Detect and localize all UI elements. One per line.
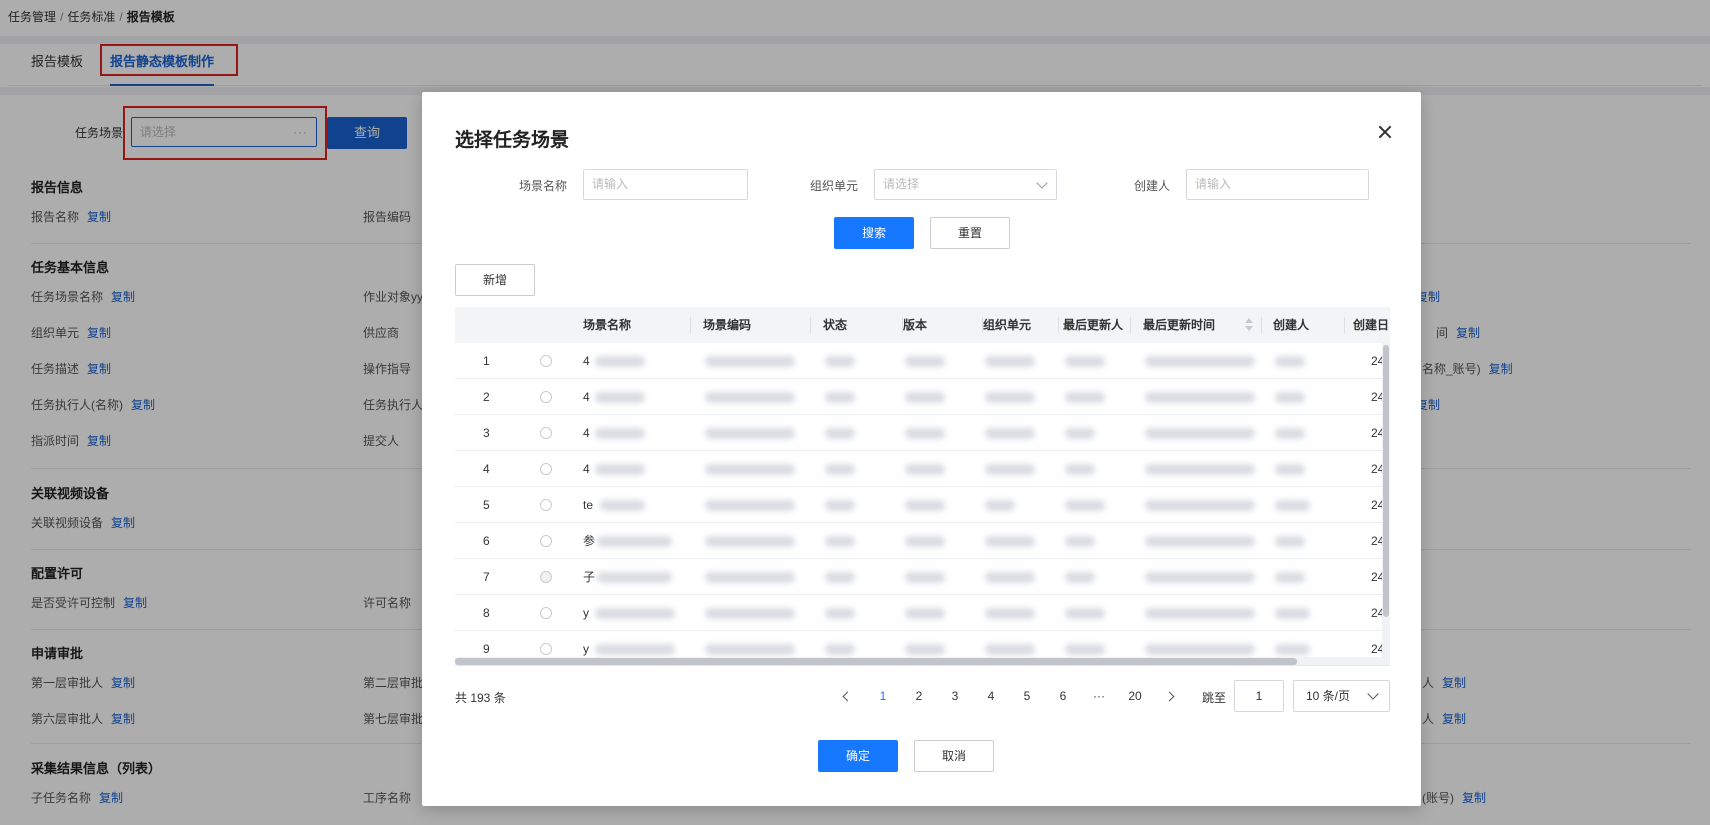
- close-icon[interactable]: [1375, 122, 1395, 142]
- scene-name-label: 场景名称: [519, 179, 568, 193]
- modal-title: 选择任务场景: [455, 130, 570, 151]
- row-radio[interactable]: [540, 607, 552, 619]
- page-item[interactable]: 6: [1053, 689, 1073, 703]
- column-header[interactable]: 最后更新时间: [1143, 307, 1215, 343]
- column-header: 创建人: [1273, 307, 1346, 343]
- sort-icon[interactable]: [1245, 318, 1253, 332]
- column-header: 场景编码: [703, 307, 812, 343]
- row-radio[interactable]: [540, 499, 552, 511]
- page-item[interactable]: 4: [981, 689, 1001, 703]
- org-unit-label: 组织单元: [810, 179, 859, 193]
- page-item[interactable]: 3: [945, 689, 965, 703]
- table-row[interactable]: 44 24-: [455, 451, 1390, 487]
- page-item[interactable]: 1: [873, 689, 893, 703]
- row-radio[interactable]: [540, 643, 552, 655]
- table-row[interactable]: 9y 24-: [455, 631, 1390, 657]
- page-ellipsis[interactable]: ···: [1089, 689, 1109, 703]
- total-count: 共 193 条: [455, 691, 506, 705]
- jump-label: 跳至: [1202, 691, 1227, 705]
- row-radio[interactable]: [540, 535, 552, 547]
- chevron-down-icon: [1036, 177, 1048, 189]
- table-row[interactable]: 5 te 24-: [455, 487, 1390, 523]
- creator-input[interactable]: 请输入: [1186, 169, 1369, 200]
- row-radio[interactable]: [540, 427, 552, 439]
- chevron-left-icon[interactable]: [842, 691, 853, 702]
- jump-input[interactable]: 1: [1234, 680, 1284, 712]
- table-header: 场景名称 场景编码 状态 版本 组织单元 最后更新人 最后更新时间 创建人 创建…: [455, 307, 1390, 343]
- scene-table: 场景名称 场景编码 状态 版本 组织单元 最后更新人 最后更新时间 创建人 创建…: [455, 307, 1390, 657]
- cancel-button[interactable]: 取消: [914, 740, 994, 772]
- confirm-button[interactable]: 确定: [818, 740, 898, 772]
- page-item[interactable]: 2: [909, 689, 929, 703]
- org-unit-select[interactable]: 请选择: [874, 169, 1057, 200]
- search-button[interactable]: 搜索: [834, 217, 914, 249]
- scene-name-input[interactable]: 请输入: [583, 169, 748, 200]
- column-header: 组织单元: [983, 307, 1060, 343]
- row-radio[interactable]: [540, 391, 552, 403]
- chevron-down-icon: [1367, 688, 1379, 700]
- column-header: 状态: [823, 307, 904, 343]
- page-item[interactable]: 5: [1017, 689, 1037, 703]
- column-header: 版本: [903, 307, 984, 343]
- column-header: 最后更新人: [1063, 307, 1132, 343]
- vertical-scrollbar[interactable]: [1382, 343, 1390, 657]
- creator-label: 创建人: [1134, 179, 1171, 193]
- page-item[interactable]: 20: [1125, 689, 1145, 703]
- chevron-right-icon[interactable]: [1164, 691, 1175, 702]
- table-row[interactable]: 6参 24-: [455, 523, 1390, 559]
- row-radio[interactable]: [540, 463, 552, 475]
- table-row[interactable]: 14 24-: [455, 343, 1390, 379]
- table-row[interactable]: 8y 24-: [455, 595, 1390, 631]
- reset-button[interactable]: 重置: [930, 217, 1010, 249]
- add-button[interactable]: 新增: [455, 264, 535, 296]
- page-size-select[interactable]: 10 条/页: [1293, 680, 1390, 712]
- column-header: 场景名称: [583, 307, 692, 343]
- column-header: 创建日: [1353, 318, 1390, 332]
- row-radio[interactable]: [540, 571, 552, 583]
- table-row[interactable]: 7子 24-: [455, 559, 1390, 595]
- table-row[interactable]: 24 24-: [455, 379, 1390, 415]
- select-task-scene-modal: 选择任务场景 场景名称 请输入 组织单元 请选择 创建人 请输入 搜索 重置 新…: [422, 92, 1421, 806]
- row-radio[interactable]: [540, 355, 552, 367]
- table-row[interactable]: 34 24-: [455, 415, 1390, 451]
- horizontal-scrollbar[interactable]: [455, 657, 1390, 666]
